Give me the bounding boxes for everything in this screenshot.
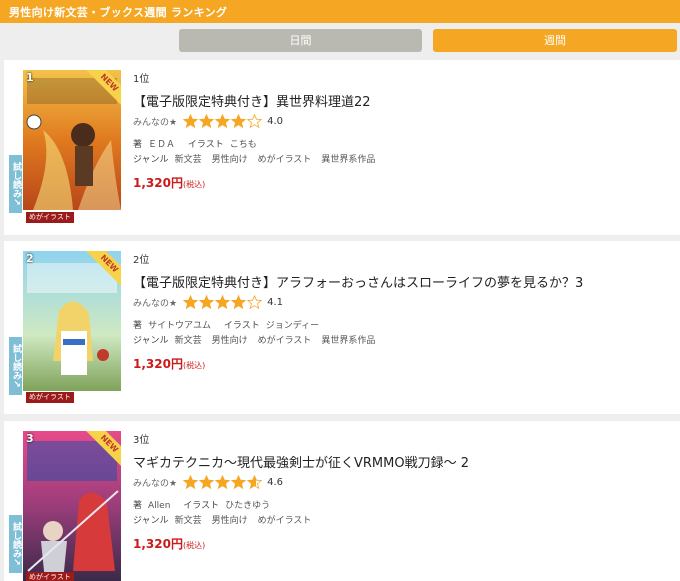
rating-row: みんなの★ 4.1 bbox=[133, 295, 673, 309]
genre-row: ジャンル 新文芸 男性向け めがイラスト 異世界系作品 bbox=[133, 333, 673, 346]
book-title[interactable]: 【電子版限定特典付き】異世界料理道22 bbox=[133, 91, 673, 110]
tax-label: (税込) bbox=[182, 541, 206, 550]
star-icon bbox=[215, 475, 231, 489]
genre-link[interactable]: 新文芸 bbox=[175, 155, 202, 165]
star-icon bbox=[183, 295, 199, 309]
star-icon bbox=[247, 114, 263, 128]
star-rating bbox=[183, 475, 263, 489]
genre-link[interactable]: 男性向け bbox=[212, 516, 248, 526]
book-title[interactable]: 【電子版限定特典付き】アラフォーおっさんはスローライフの夢を見るか？3 bbox=[133, 272, 673, 291]
tab-daily[interactable]: 日間 bbox=[179, 29, 422, 52]
tax-label: (税込) bbox=[182, 180, 206, 189]
star-icon bbox=[215, 295, 231, 309]
genre-link[interactable]: 男性向け bbox=[212, 336, 248, 346]
trial-read-button[interactable]: 試し読み↗ bbox=[9, 515, 22, 573]
rank-label: 1位 bbox=[133, 74, 150, 85]
star-icon bbox=[231, 114, 247, 128]
tab-weekly[interactable]: 週間 bbox=[433, 29, 677, 52]
illustrator-label: イラスト bbox=[183, 501, 220, 511]
author-link[interactable]: Allen bbox=[148, 501, 170, 511]
book-cover[interactable]: 3 NEW bbox=[23, 431, 121, 581]
author-label: 著 bbox=[133, 501, 143, 511]
genre-link[interactable]: 男性向け bbox=[212, 155, 248, 165]
rating-value: 4.1 bbox=[267, 296, 283, 308]
rating-value: 4.6 bbox=[267, 476, 283, 488]
genre-link[interactable]: めがイラスト bbox=[258, 155, 312, 165]
tax-label: (税込) bbox=[182, 361, 206, 370]
price-value: 1,320円 bbox=[133, 537, 183, 551]
item-info: 1位 【電子版限定特典付き】異世界料理道22 みんなの★ 4.0 著 ＥＤＡ イラ… bbox=[133, 70, 673, 190]
genre-link[interactable]: 新文芸 bbox=[175, 336, 202, 346]
rating-label: みんなの★ bbox=[133, 478, 178, 489]
period-tabs: 日間 週間 bbox=[0, 23, 680, 59]
genre-link[interactable]: めがイラスト bbox=[258, 516, 312, 526]
rating-label: みんなの★ bbox=[133, 298, 178, 309]
rating-row: みんなの★ 4.6 bbox=[133, 475, 673, 489]
genre-label: ジャンル bbox=[133, 516, 169, 526]
genre-row: ジャンル 新文芸 男性向け めがイラスト 異世界系作品 bbox=[133, 152, 673, 165]
credits: 著 ＥＤＡ イラスト こちも bbox=[133, 137, 673, 150]
book-title[interactable]: マギカテクニカ～現代最強剣士が征くVRMMO戦刀録～ 2 bbox=[133, 452, 673, 471]
star-icon bbox=[199, 295, 215, 309]
illustrator-link[interactable]: こちも bbox=[230, 140, 257, 150]
item-info: 3位 マギカテクニカ～現代最強剣士が征くVRMMO戦刀録～ 2 みんなの★ 4.… bbox=[133, 431, 673, 551]
genre-label: ジャンル bbox=[133, 336, 169, 346]
book-cover[interactable]: 1 NEW bbox=[23, 70, 121, 210]
star-icon bbox=[231, 295, 247, 309]
author-label: 著 bbox=[133, 140, 143, 150]
genre-label: ジャンル bbox=[133, 155, 169, 165]
genre-link[interactable]: 異世界系作品 bbox=[321, 336, 375, 346]
star-icon bbox=[199, 475, 215, 489]
illustrator-link[interactable]: ひたきゆう bbox=[225, 501, 270, 511]
genre-link[interactable]: 新文芸 bbox=[175, 516, 202, 526]
star-icon bbox=[215, 114, 231, 128]
ranking-item: 1 NEW 試し読み↗ めがイラスト 1位 【電子版限定特典付き】異世界料理道2… bbox=[4, 60, 680, 235]
star-rating bbox=[183, 295, 263, 309]
rating-label: みんなの★ bbox=[133, 117, 178, 128]
star-icon bbox=[183, 114, 199, 128]
star-icon bbox=[247, 295, 263, 309]
rating-value: 4.0 bbox=[267, 115, 283, 127]
credits: 著 Allen イラスト ひたきゆう bbox=[133, 498, 673, 511]
rank-label: 2位 bbox=[133, 255, 150, 266]
trial-read-button[interactable]: 試し読み↗ bbox=[9, 155, 22, 213]
publisher-label-tag: めがイラスト bbox=[26, 212, 74, 223]
illustrator-label: イラスト bbox=[223, 321, 260, 331]
publisher-label-tag: めがイラスト bbox=[26, 572, 74, 581]
item-info: 2位 【電子版限定特典付き】アラフォーおっさんはスローライフの夢を見るか？3 み… bbox=[133, 251, 673, 371]
price-value: 1,320円 bbox=[133, 176, 183, 190]
star-rating bbox=[183, 114, 263, 128]
publisher-label-tag: めがイラスト bbox=[26, 392, 74, 403]
illustrator-label: イラスト bbox=[187, 140, 224, 150]
rating-row: みんなの★ 4.0 bbox=[133, 114, 673, 128]
star-icon bbox=[199, 114, 215, 128]
price-value: 1,320円 bbox=[133, 357, 183, 371]
star-icon bbox=[247, 475, 263, 489]
book-cover[interactable]: 2 NEW bbox=[23, 251, 121, 391]
ranking-item: 3 NEW 試し読み↗ めがイラスト 3位 マギカテクニカ～現代最強剣士が征くV… bbox=[4, 421, 680, 581]
author-link[interactable]: サイトウアユム bbox=[148, 321, 211, 331]
illustrator-link[interactable]: ジョンディー bbox=[266, 321, 319, 331]
price: 1,320円(税込) bbox=[133, 355, 673, 371]
author-link[interactable]: ＥＤＡ bbox=[148, 140, 175, 150]
ranking-header: 男性向け新文芸・ブックス週間 ランキング bbox=[0, 0, 680, 23]
cover-rank-number: 1 bbox=[26, 71, 34, 84]
cover-rank-number: 3 bbox=[26, 432, 34, 445]
genre-link[interactable]: めがイラスト bbox=[258, 336, 312, 346]
trial-read-button[interactable]: 試し読み↗ bbox=[9, 337, 22, 395]
price: 1,320円(税込) bbox=[133, 535, 673, 551]
star-icon bbox=[183, 475, 199, 489]
credits: 著サイトウアユム イラスト ジョンディー bbox=[133, 318, 673, 331]
cover-rank-number: 2 bbox=[26, 252, 34, 265]
genre-link[interactable]: 異世界系作品 bbox=[321, 155, 375, 165]
star-icon bbox=[231, 475, 247, 489]
price: 1,320円(税込) bbox=[133, 174, 673, 190]
author-label: 著 bbox=[133, 321, 143, 331]
rank-label: 3位 bbox=[133, 435, 150, 446]
genre-row: ジャンル 新文芸 男性向け めがイラスト bbox=[133, 513, 673, 526]
ranking-item: 2 NEW 試し読み↗ めがイラスト 2位 【電子版限定特典付き】アラフォーおっ… bbox=[4, 241, 680, 414]
ranking-title: 男性向け新文芸・ブックス週間 ランキング bbox=[9, 6, 228, 19]
